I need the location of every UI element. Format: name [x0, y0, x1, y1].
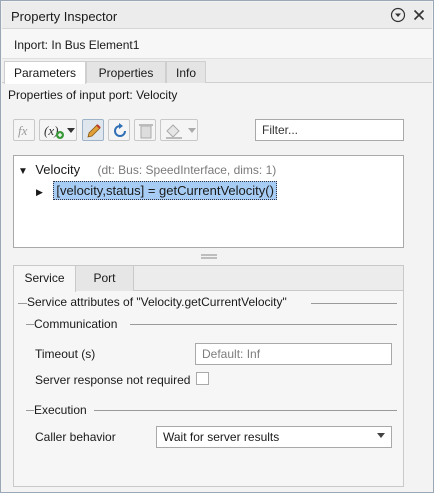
tab-service[interactable]: Service — [14, 266, 76, 292]
server-response-checkbox[interactable] — [196, 372, 209, 385]
block-name-header: Inport: In Bus Element1 — [2, 29, 432, 59]
tab-properties-label: Properties — [98, 66, 154, 80]
timeout-input[interactable] — [195, 343, 392, 365]
trash-icon — [139, 124, 153, 139]
section-label: Properties of input port: Velocity — [8, 88, 178, 102]
service-panel: Service Port Service attributes of "Velo… — [13, 265, 404, 487]
communication-title: Communication — [34, 317, 121, 331]
add-element-dropdown[interactable]: (x) — [39, 119, 77, 141]
tab-info[interactable]: Info — [166, 61, 206, 83]
execution-title: Execution — [34, 403, 90, 417]
bus-element-tree: ▼ Velocity (dt: Bus: SpeedInterface, dim… — [13, 155, 404, 248]
block-name: Inport: In Bus Element1 — [14, 38, 140, 52]
group-rule — [18, 303, 27, 304]
splitter-handle[interactable] — [201, 254, 217, 259]
server-response-label: Server response not required — [35, 373, 191, 387]
tab-service-label: Service — [24, 271, 65, 285]
collapsed-arrow-icon[interactable]: ▶ — [36, 187, 50, 198]
timeout-label: Timeout (s) — [35, 347, 96, 361]
tree-root-meta: (dt: Bus: SpeedInterface, dims: 1) — [97, 163, 277, 177]
fx-button[interactable]: fx — [13, 119, 35, 141]
group-rule — [26, 324, 34, 325]
title-bar: Property Inspector — [2, 2, 432, 29]
caller-behavior-select[interactable]: Wait for server results — [156, 426, 392, 448]
filter-input[interactable] — [255, 119, 404, 141]
tree-child-item[interactable]: ▶ [velocity,status] = getCurrentVelocity… — [36, 181, 277, 200]
service-attributes-title: Service attributes of "Velocity.getCurre… — [27, 295, 290, 309]
chevron-down-icon — [188, 128, 196, 133]
refresh-button[interactable] — [108, 119, 130, 141]
tree-child-label: [velocity,status] = getCurrentVelocity() — [53, 181, 277, 200]
refresh-icon — [114, 123, 126, 137]
expanded-arrow-icon[interactable]: ▼ — [18, 166, 32, 177]
tree-root-name: Velocity — [35, 162, 81, 177]
caller-behavior-label: Caller behavior — [35, 430, 116, 444]
fx-icon: fx — [18, 123, 28, 138]
lower-tab-bar: Service Port — [14, 266, 403, 292]
close-icon[interactable] — [411, 7, 427, 23]
group-rule — [94, 410, 397, 411]
group-rule — [26, 410, 34, 411]
edit-button[interactable] — [82, 119, 104, 141]
add-element-icon: (x) — [44, 123, 64, 139]
tab-info-label: Info — [175, 66, 196, 80]
pencil-icon — [87, 124, 101, 138]
tree-root-item[interactable]: ▼ Velocity (dt: Bus: SpeedInterface, dim… — [18, 162, 276, 177]
tab-properties[interactable]: Properties — [86, 61, 166, 83]
delete-button[interactable] — [134, 119, 156, 141]
tab-parameters-label: Parameters — [13, 66, 77, 80]
window-title: Property Inspector — [11, 9, 118, 24]
property-inspector-window: Property Inspector Inport: In Bus Elemen… — [0, 0, 434, 493]
main-tab-bar: Parameters Properties Info — [2, 59, 432, 84]
highlight-dropdown[interactable] — [160, 119, 198, 141]
tab-parameters[interactable]: Parameters — [4, 61, 86, 84]
tab-port[interactable]: Port — [76, 266, 134, 291]
chevron-down-icon — [67, 128, 75, 133]
panel-menu-icon[interactable] — [390, 7, 406, 23]
caller-behavior-value: Wait for server results — [163, 430, 280, 444]
chevron-down-icon — [377, 433, 385, 438]
group-rule — [130, 324, 397, 325]
tab-port-label: Port — [93, 271, 116, 285]
paint-bucket-icon — [166, 124, 182, 139]
group-rule — [311, 303, 397, 304]
